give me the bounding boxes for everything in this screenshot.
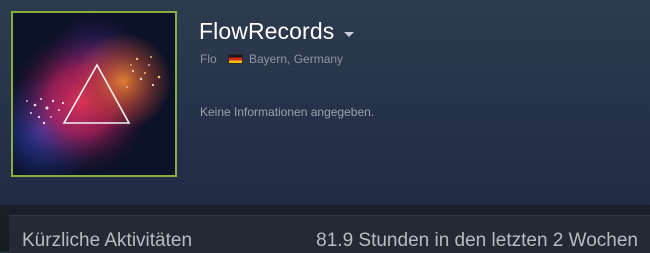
profile-summary: Keine Informationen angegeben. xyxy=(200,105,375,119)
name-history-dropdown-icon[interactable] xyxy=(344,32,354,37)
profile-location: Bayern, Germany xyxy=(249,52,344,66)
persona-name: FlowRecords xyxy=(199,18,335,44)
recent-activity-section: Kürzliche Aktivitäten 81.9 Stunden in de… xyxy=(0,205,650,253)
real-name: Flo xyxy=(200,52,217,66)
recent-playtime: 81.9 Stunden in den letzten 2 Wochen xyxy=(316,230,638,251)
avatar-triangle-art-icon xyxy=(13,13,175,175)
recent-activity-title: Kürzliche Aktivitäten xyxy=(22,230,193,251)
recent-activity-header: Kürzliche Aktivitäten 81.9 Stunden in de… xyxy=(9,215,650,253)
germany-flag-icon xyxy=(228,54,243,64)
profile-avatar xyxy=(11,11,177,177)
